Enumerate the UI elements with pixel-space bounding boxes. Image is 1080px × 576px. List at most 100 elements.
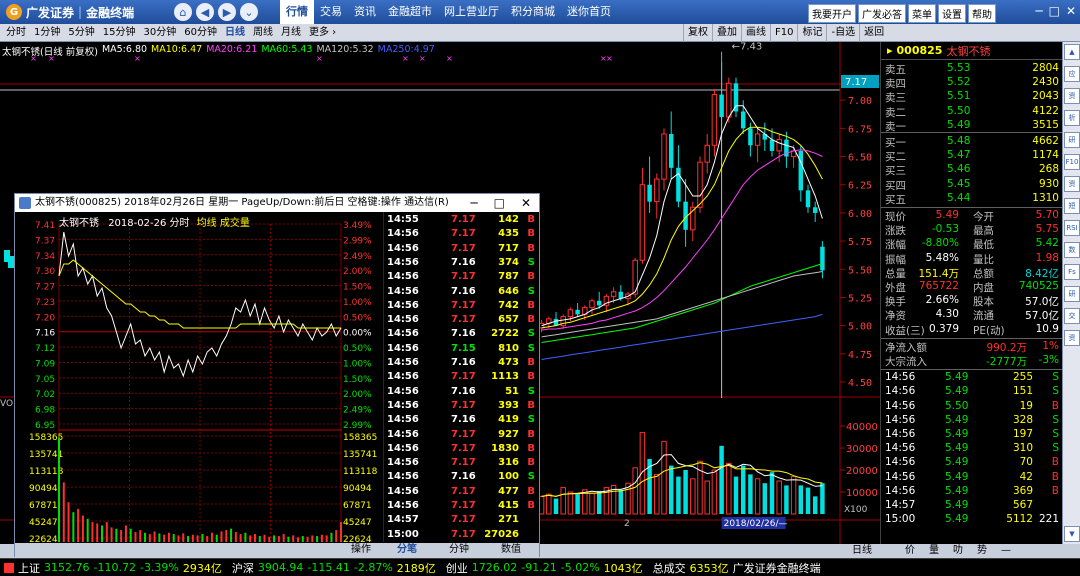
- ask-volume: 3515: [1032, 118, 1059, 131]
- tool-button-3[interactable]: F10: [770, 24, 797, 42]
- menu-item-0[interactable]: 行情: [280, 0, 314, 24]
- side-tool-icon[interactable]: 短: [1064, 198, 1080, 214]
- intraday-popup[interactable]: 太钢不锈(000825) 2018年02月26日 星期一 PageUp/Down…: [14, 193, 540, 557]
- side-tool-icon[interactable]: RSI: [1064, 220, 1080, 236]
- top-button-4[interactable]: 帮助: [968, 4, 996, 23]
- tool-button-6[interactable]: 返回: [859, 24, 888, 42]
- bottom-right-tab[interactable]: —: [1001, 544, 1011, 558]
- popup-minimize-icon[interactable]: ─: [470, 194, 477, 212]
- candle: [790, 145, 797, 168]
- bid-price: 5.48: [947, 135, 971, 147]
- period-tab-4[interactable]: 30分钟: [139, 24, 180, 42]
- side-tool-icon[interactable]: 资: [1064, 176, 1080, 192]
- ticker-item[interactable]: -5.02%: [561, 561, 600, 574]
- popup-tab-0[interactable]: 操作: [351, 543, 371, 557]
- tool-button-0[interactable]: 复权: [683, 24, 712, 42]
- trade-time: 14:57: [885, 499, 916, 511]
- menu-item-4[interactable]: 网上营业厅: [438, 0, 505, 24]
- ticker-item[interactable]: -3.39%: [140, 561, 179, 574]
- side-tool-icon[interactable]: F10: [1064, 154, 1080, 170]
- top-button-2[interactable]: 菜单: [908, 4, 936, 23]
- minimize-icon[interactable]: ─: [1035, 4, 1042, 18]
- side-tool-icon[interactable]: 资: [1064, 330, 1080, 346]
- ticker-item[interactable]: 3904.94: [258, 561, 304, 574]
- tick-price: 7.17: [451, 428, 476, 440]
- side-tool-icon[interactable]: 应: [1064, 66, 1080, 82]
- intraday-chart[interactable]: 7.41 3.49% 7.37 2.99% 7.34 2.49% 7.30 2.00% 7.27…: [15, 212, 383, 543]
- side-tool-icon[interactable]: Fs: [1064, 264, 1080, 280]
- ticker-item[interactable]: 2189亿: [397, 560, 436, 576]
- tick-time: 14:56: [387, 256, 419, 268]
- popup-tab-3[interactable]: 数值: [501, 543, 521, 557]
- ticker-item[interactable]: 广发证券金融终端: [733, 560, 821, 576]
- popup-pct-label: 1.00%: [343, 359, 372, 369]
- bottom-right-tab[interactable]: 势: [977, 544, 987, 558]
- ticker-item[interactable]: 沪深: [232, 560, 254, 576]
- collapse-button[interactable]: ⌄: [240, 3, 258, 21]
- period-tab-1[interactable]: 1分钟: [30, 24, 64, 42]
- period-tab-5[interactable]: 60分钟: [180, 24, 221, 42]
- popup-tab-2[interactable]: 分钟: [449, 543, 469, 557]
- popup-close-icon[interactable]: ✕: [521, 194, 531, 212]
- bottom-right-tab[interactable]: 价: [905, 544, 915, 558]
- ticker-item[interactable]: -115.41: [307, 561, 349, 574]
- side-tool-icon[interactable]: ▲: [1064, 44, 1080, 60]
- period-tab-8[interactable]: 月线: [277, 24, 305, 42]
- side-tool-icon[interactable]: 研: [1064, 132, 1080, 148]
- stat-label: 内盘: [973, 282, 994, 294]
- popup-tab-1[interactable]: 分笔: [397, 543, 417, 557]
- ticker-item[interactable]: -110.72: [94, 561, 136, 574]
- trade-time: 14:56: [885, 385, 916, 398]
- menu-item-2[interactable]: 资讯: [348, 0, 382, 24]
- ticker-item[interactable]: 1043亿: [604, 560, 643, 576]
- tool-button-1[interactable]: 叠加: [712, 24, 741, 42]
- period-tab-2[interactable]: 5分钟: [64, 24, 98, 42]
- home-icon[interactable]: ⌂: [174, 3, 192, 21]
- side-tool-icon[interactable]: 交: [1064, 308, 1080, 324]
- side-tool-icon[interactable]: 析: [1064, 110, 1080, 126]
- top-button-1[interactable]: 广发必答: [858, 4, 906, 23]
- ticker-item[interactable]: 2934亿: [183, 560, 222, 576]
- top-button-3[interactable]: 设置: [938, 4, 966, 23]
- menu-item-3[interactable]: 金融超市: [382, 0, 438, 24]
- popup-date: 2018-02-26 分时: [108, 218, 190, 229]
- bottom-right-tab[interactable]: 量: [929, 544, 939, 558]
- tab-daily[interactable]: 日线: [848, 544, 876, 558]
- side-tool-icon[interactable]: ▼: [1064, 526, 1080, 542]
- period-tab-7[interactable]: 周线: [249, 24, 277, 42]
- tool-button-4[interactable]: 标记: [797, 24, 826, 42]
- period-tab-0[interactable]: 分时: [2, 24, 30, 42]
- close-icon[interactable]: ✕: [1066, 4, 1076, 18]
- menu-item-1[interactable]: 交易: [314, 0, 348, 24]
- ticker-item[interactable]: 1726.02: [472, 561, 518, 574]
- popup-maximize-icon[interactable]: □: [494, 194, 505, 212]
- ticker-item[interactable]: -2.87%: [354, 561, 393, 574]
- side-tool-icon[interactable]: 研: [1064, 286, 1080, 302]
- period-tab-6[interactable]: 日线: [221, 24, 249, 42]
- ticker-item[interactable]: 3152.76: [44, 561, 90, 574]
- stat-label: 涨跌: [885, 225, 906, 238]
- ticker-item[interactable]: 创业: [446, 560, 468, 576]
- tick-direction: B: [527, 271, 535, 283]
- side-tool-icon[interactable]: 资: [1064, 88, 1080, 104]
- back-button[interactable]: ◀: [196, 3, 214, 21]
- forward-button[interactable]: ▶: [218, 3, 236, 21]
- menu-item-5[interactable]: 积分商城: [505, 0, 561, 24]
- ticker-item[interactable]: 总成交: [653, 560, 686, 576]
- period-tab-3[interactable]: 15分钟: [99, 24, 140, 42]
- maximize-icon[interactable]: □: [1049, 4, 1060, 18]
- tool-button-5[interactable]: -自选: [826, 24, 859, 42]
- bottom-right-tab[interactable]: 叻: [953, 544, 963, 558]
- ticker-item[interactable]: 上证: [18, 560, 40, 576]
- period-tab-9[interactable]: 更多 ›: [305, 24, 340, 42]
- menu-item-6[interactable]: 迷你首页: [561, 0, 617, 24]
- ticker-item[interactable]: -91.21: [521, 561, 556, 574]
- tick-list[interactable]: 14:55 7.17 142 B 14:56 7.17 435 B 14:56 7.17 717 B 1…: [383, 212, 539, 542]
- top-button-0[interactable]: 我要开户: [808, 4, 856, 23]
- ticker-item[interactable]: 6353亿: [690, 560, 729, 576]
- popup-title-bar[interactable]: 太钢不锈(000825) 2018年02月26日 星期一 PageUp/Down…: [15, 194, 539, 212]
- tick-row: 14:56 7.17 415 B: [383, 500, 539, 514]
- volume-bar: [654, 473, 660, 515]
- side-tool-icon[interactable]: 数: [1064, 242, 1080, 258]
- tool-button-2[interactable]: 画线: [741, 24, 770, 42]
